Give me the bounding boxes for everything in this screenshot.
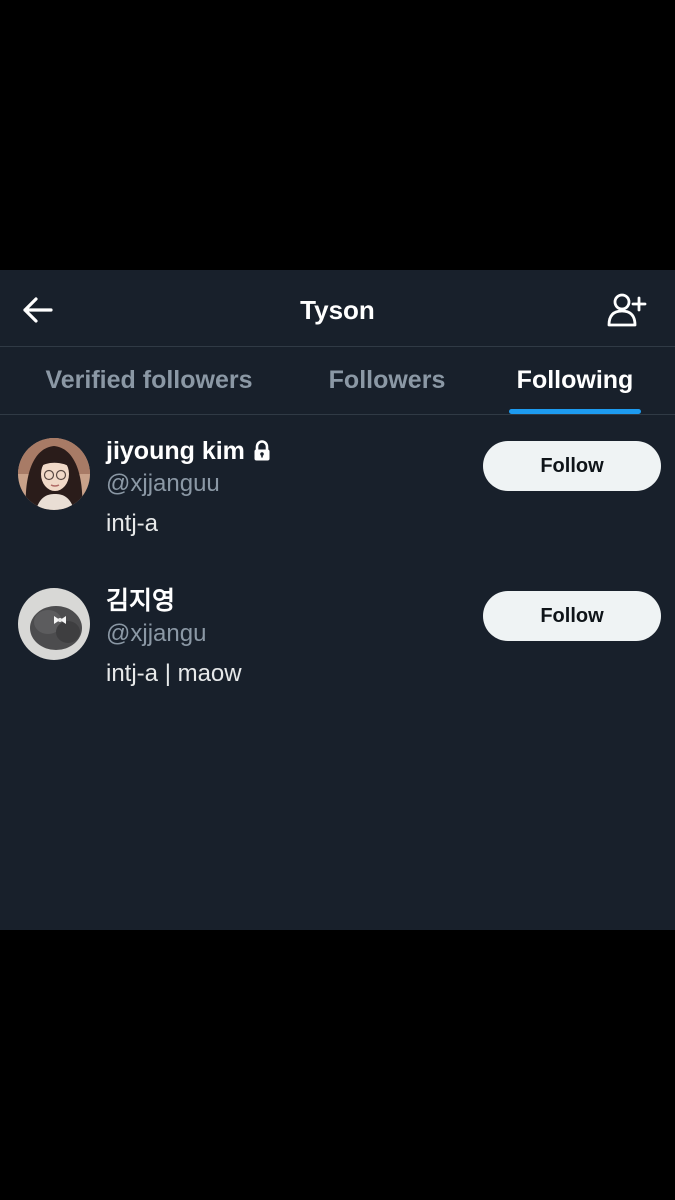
illustrated-girl-avatar-icon [18, 438, 90, 510]
avatar[interactable] [18, 438, 90, 510]
tab-following[interactable]: Following [505, 347, 645, 414]
person-plus-icon [607, 293, 647, 327]
user-handle: @xjjanguu [106, 470, 220, 497]
top-bar: Tyson [0, 270, 675, 347]
user-list-item[interactable]: 김지영 @xjjangu intj-a | maow Follow [0, 585, 675, 735]
page-title: Tyson [300, 295, 375, 325]
user-list-item[interactable]: jiyoung kim @xjjanguu intj-a Follow [0, 435, 675, 585]
lock-icon [254, 440, 270, 461]
following-screen: Tyson Verified followers Followers Follo… [0, 270, 675, 930]
tab-verified-followers[interactable]: Verified followers [28, 347, 270, 414]
user-name-text: 김지영 [106, 587, 176, 615]
tab-bar: Verified followers Followers Following [0, 347, 675, 415]
add-user-button[interactable] [605, 290, 649, 330]
user-name-text: jiyoung kim [106, 437, 245, 465]
avatar[interactable] [18, 588, 90, 660]
dark-hair-bun-avatar-icon [18, 588, 90, 660]
follow-button[interactable]: Follow [483, 441, 661, 491]
user-bio: intj-a | maow [106, 660, 242, 687]
user-display-name[interactable]: jiyoung kim [106, 435, 271, 467]
user-handle: @xjjangu [106, 620, 207, 647]
user-display-name[interactable]: 김지영 [106, 585, 175, 617]
user-bio: intj-a [106, 510, 159, 537]
tab-followers[interactable]: Followers [316, 347, 458, 414]
follow-button[interactable]: Follow [483, 591, 661, 641]
active-tab-indicator [509, 409, 641, 414]
